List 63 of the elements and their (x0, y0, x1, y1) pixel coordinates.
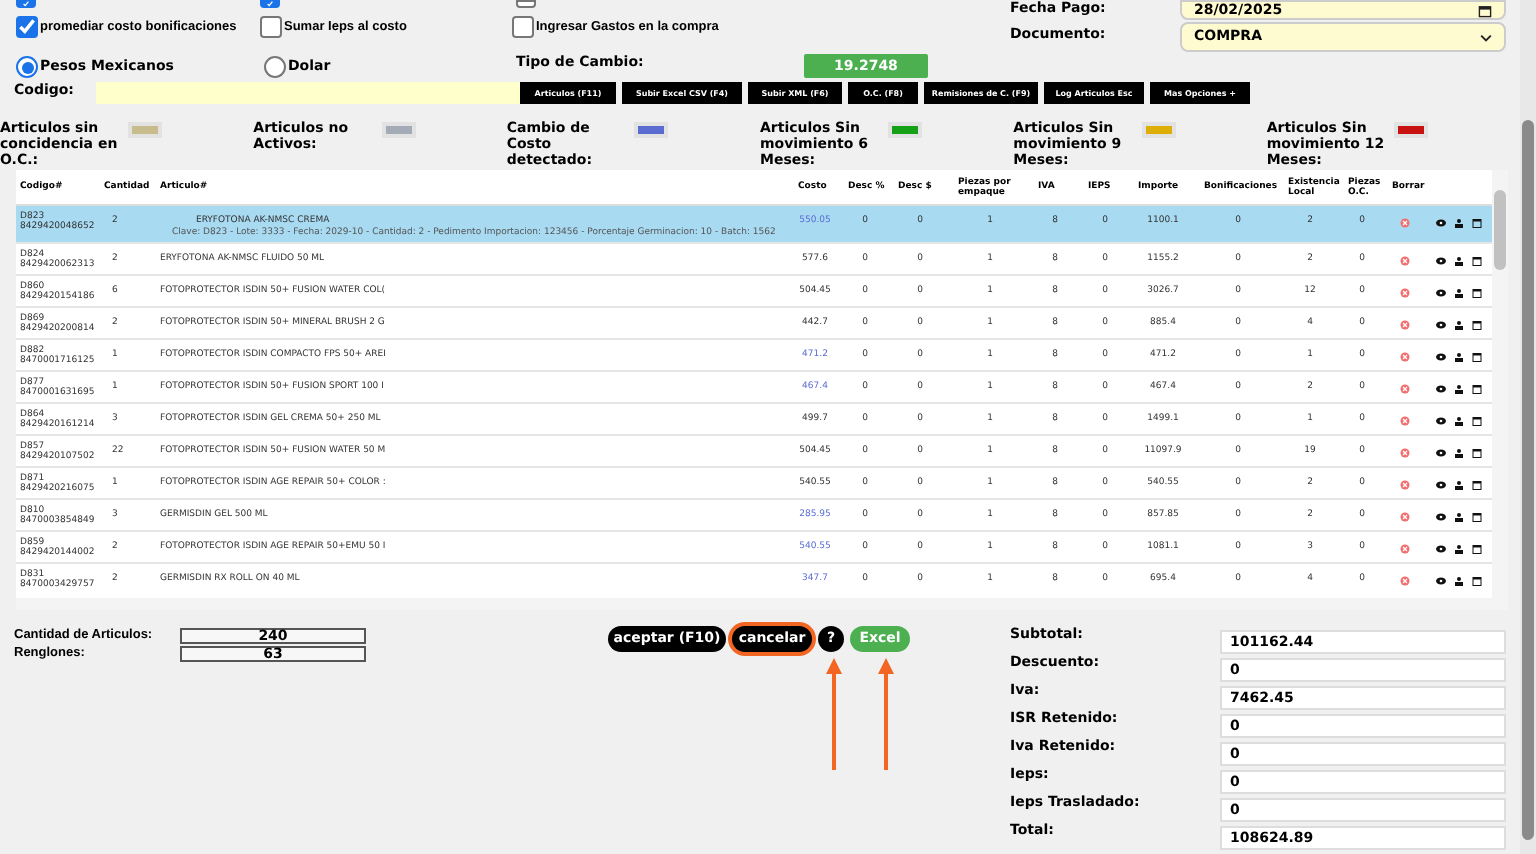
eye-icon[interactable] (1435, 511, 1445, 521)
annotation-arrow (878, 658, 894, 770)
eye-icon[interactable] (1435, 287, 1445, 297)
delete-icon[interactable] (1399, 255, 1409, 265)
calendar-icon[interactable] (1471, 511, 1481, 521)
table-scrollbar-thumb[interactable] (1494, 190, 1506, 270)
checkbox[interactable] (260, 0, 280, 8)
person-icon[interactable] (1453, 351, 1463, 361)
eye-icon[interactable] (1435, 217, 1445, 227)
person-icon[interactable] (1453, 383, 1463, 393)
person-icon[interactable] (1453, 479, 1463, 489)
eye-icon[interactable] (1435, 383, 1445, 393)
calendar-icon[interactable] (1471, 575, 1481, 585)
radio-button[interactable] (264, 56, 286, 78)
calendar-icon[interactable] (1471, 319, 1481, 329)
chevron-down-icon (1480, 31, 1492, 43)
person-icon[interactable] (1453, 319, 1463, 329)
eye-icon[interactable] (1435, 543, 1445, 553)
delete-icon[interactable] (1399, 511, 1409, 521)
radio-button[interactable] (16, 56, 38, 78)
delete-icon[interactable] (1399, 447, 1409, 457)
delete-icon[interactable] (1399, 575, 1409, 585)
code-input[interactable] (96, 82, 520, 104)
delete-icon[interactable] (1399, 415, 1409, 425)
calendar-icon (1478, 3, 1492, 17)
calendar-icon[interactable] (1471, 351, 1481, 361)
delete-icon[interactable] (1399, 217, 1409, 227)
person-icon[interactable] (1453, 543, 1463, 553)
calendar-icon[interactable] (1471, 543, 1481, 553)
eye-icon[interactable] (1435, 351, 1445, 361)
checkbox[interactable] (16, 0, 36, 8)
calendar-icon[interactable] (1471, 415, 1481, 425)
person-icon[interactable] (1453, 575, 1463, 585)
eye-icon[interactable] (1435, 575, 1445, 585)
checkbox[interactable] (260, 16, 282, 38)
calendar-icon[interactable] (1471, 383, 1481, 393)
checkbox[interactable] (512, 16, 534, 38)
person-icon[interactable] (1453, 511, 1463, 521)
eye-icon[interactable] (1435, 319, 1445, 329)
delete-icon[interactable] (1399, 543, 1409, 553)
calendar-icon[interactable] (1471, 479, 1481, 489)
eye-icon[interactable] (1435, 255, 1445, 265)
delete-icon[interactable] (1399, 383, 1409, 393)
delete-icon[interactable] (1399, 479, 1409, 489)
checkbox[interactable] (516, 0, 536, 8)
person-icon[interactable] (1453, 415, 1463, 425)
eye-icon[interactable] (1435, 479, 1445, 489)
calendar-icon[interactable] (1471, 217, 1481, 227)
person-icon[interactable] (1453, 447, 1463, 457)
delete-icon[interactable] (1399, 351, 1409, 361)
person-icon[interactable] (1453, 287, 1463, 297)
calendar-icon[interactable] (1471, 287, 1481, 297)
calendar-icon[interactable] (1471, 255, 1481, 265)
table-row[interactable] (16, 206, 1492, 244)
annotation-arrow (826, 658, 842, 770)
person-icon[interactable] (1453, 255, 1463, 265)
page-scrollbar-thumb[interactable] (1522, 120, 1534, 840)
eye-icon[interactable] (1435, 447, 1445, 457)
calendar-icon[interactable] (1471, 447, 1481, 457)
eye-icon[interactable] (1435, 415, 1445, 425)
delete-icon[interactable] (1399, 319, 1409, 329)
person-icon[interactable] (1453, 217, 1463, 227)
delete-icon[interactable] (1399, 287, 1409, 297)
